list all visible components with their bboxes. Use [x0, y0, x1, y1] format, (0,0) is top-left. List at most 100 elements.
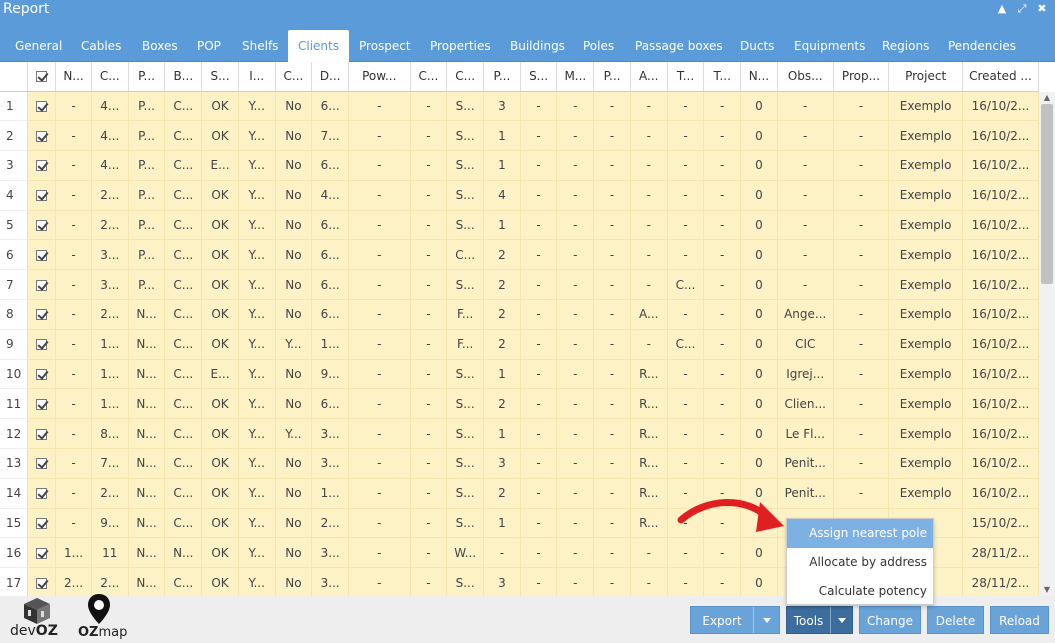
tab-clients[interactable]: Clients — [288, 30, 349, 62]
table-cell[interactable]: - — [55, 269, 92, 301]
table-cell[interactable]: C... — [446, 239, 485, 271]
table-cell[interactable]: 16/10/2... — [962, 478, 1039, 509]
table-cell[interactable]: - — [520, 508, 558, 539]
table-cell[interactable]: 6... — [311, 150, 350, 181]
table-cell[interactable]: - — [630, 120, 668, 152]
table-cell[interactable]: - — [556, 180, 595, 211]
table-cell[interactable]: N... — [128, 418, 166, 450]
table-cell[interactable]: - — [703, 418, 742, 450]
table-cell[interactable]: 1 — [483, 508, 521, 539]
table-cell[interactable]: - — [593, 508, 631, 539]
table-cell[interactable]: Y... — [238, 537, 276, 569]
tab-pendencies[interactable]: Pendencies — [948, 30, 1016, 62]
table-cell[interactable]: 6... — [311, 239, 350, 271]
table-cell[interactable]: 0 — [740, 150, 778, 181]
table-cell[interactable]: Y... — [238, 91, 276, 122]
table-cell[interactable]: - — [556, 359, 595, 390]
table-cell[interactable]: - — [55, 91, 92, 122]
table-cell[interactable]: N... — [164, 537, 203, 569]
table-cell[interactable]: - — [703, 537, 742, 569]
table-cell[interactable]: C... — [164, 269, 203, 301]
table-cell[interactable]: - — [630, 329, 668, 360]
table-cell[interactable]: Y... — [238, 299, 276, 330]
table-cell[interactable]: 0 — [740, 567, 778, 596]
table-cell[interactable]: - — [520, 269, 558, 301]
table-cell[interactable]: 2... — [91, 299, 129, 330]
table-row[interactable]: 12-8... N... C... OK Y... Y... 3... - - S... 1- - - R… — [0, 418, 1039, 450]
checkbox-icon[interactable] — [36, 547, 48, 559]
table-cell[interactable]: 16/10/2... — [962, 210, 1039, 241]
table-cell[interactable]: No — [275, 299, 313, 330]
table-cell[interactable]: - — [410, 388, 448, 420]
table-cell[interactable]: Exemplo — [888, 239, 963, 271]
table-cell[interactable]: - — [833, 418, 890, 450]
tab-cables[interactable]: Cables — [81, 30, 121, 62]
table-cell[interactable]: 9... — [91, 508, 129, 539]
table-cell[interactable]: S... — [446, 120, 485, 152]
table-cell[interactable]: 1... — [91, 388, 129, 420]
table-cell[interactable]: - — [520, 448, 558, 479]
table-cell[interactable]: 1 — [483, 418, 521, 450]
tools-button[interactable]: Tools — [786, 606, 853, 634]
table-cell[interactable]: - — [703, 567, 742, 596]
table-cell[interactable]: 1... — [311, 329, 350, 360]
table-cell[interactable]: - — [55, 448, 92, 479]
table-cell[interactable]: OK — [201, 537, 239, 569]
table-cell[interactable]: - — [703, 210, 742, 241]
table-row[interactable]: 7-3... P... C... OK Y... No 6... - - S... 2- - - - C..… — [0, 269, 1039, 301]
table-cell[interactable]: - — [667, 180, 705, 211]
table-cell[interactable]: N... — [128, 478, 166, 509]
tab-prospect[interactable]: Prospect — [359, 30, 411, 62]
checkbox-icon[interactable] — [36, 428, 48, 440]
table-cell[interactable]: - — [703, 448, 742, 479]
table-cell[interactable]: No — [275, 537, 313, 569]
table-cell[interactable]: Exemplo — [888, 210, 963, 241]
table-cell[interactable]: C... — [164, 210, 203, 241]
table-cell[interactable]: 3... — [311, 448, 350, 479]
table-cell[interactable]: 3 — [483, 567, 521, 596]
table-cell[interactable]: Y... — [238, 239, 276, 271]
table-cell[interactable]: - — [703, 150, 742, 181]
row-checkbox[interactable] — [27, 180, 57, 211]
table-cell[interactable]: - — [410, 478, 448, 509]
table-cell[interactable]: - — [55, 120, 92, 152]
table-cell[interactable]: - — [55, 210, 92, 241]
table-cell[interactable]: C... — [164, 388, 203, 420]
table-cell[interactable]: - — [410, 329, 448, 360]
table-cell[interactable]: Exemplo — [888, 448, 963, 479]
table-cell[interactable]: 0 — [740, 388, 778, 420]
reload-button[interactable]: Reload — [990, 606, 1049, 634]
table-cell[interactable]: 1... — [55, 537, 92, 569]
table-cell[interactable]: - — [410, 239, 448, 271]
column-header[interactable]: N... — [740, 62, 778, 92]
table-cell[interactable]: - — [348, 537, 411, 569]
table-cell[interactable]: S... — [446, 150, 485, 181]
table-cell[interactable]: Clien... — [777, 388, 834, 420]
table-cell[interactable]: C... — [164, 91, 203, 122]
table-cell[interactable]: No — [275, 508, 313, 539]
table-cell[interactable]: C... — [164, 478, 203, 509]
table-cell[interactable]: F... — [446, 329, 485, 360]
table-cell[interactable]: - — [410, 120, 448, 152]
table-cell[interactable]: - — [593, 418, 631, 450]
column-header[interactable]: Created ... — [962, 62, 1039, 92]
row-checkbox[interactable] — [27, 239, 57, 271]
table-cell[interactable]: C... — [164, 239, 203, 271]
table-cell[interactable]: 2... — [91, 478, 129, 509]
table-cell[interactable]: 16/10/2... — [962, 329, 1039, 360]
table-cell[interactable]: No — [275, 269, 313, 301]
table-cell[interactable]: - — [667, 567, 705, 596]
table-cell[interactable]: S... — [446, 269, 485, 301]
table-cell[interactable]: 1 — [483, 120, 521, 152]
table-cell[interactable]: 0 — [740, 239, 778, 271]
table-cell[interactable]: N... — [128, 299, 166, 330]
table-cell[interactable]: P... — [128, 210, 166, 241]
column-header[interactable]: C... — [446, 62, 485, 92]
table-cell[interactable]: 16/10/2... — [962, 388, 1039, 420]
table-cell[interactable]: - — [703, 269, 742, 301]
table-cell[interactable]: - — [593, 120, 631, 152]
table-cell[interactable]: 0 — [740, 418, 778, 450]
table-cell[interactable]: S... — [446, 478, 485, 509]
checkbox-icon[interactable] — [36, 279, 48, 291]
table-cell[interactable]: 16/10/2... — [962, 359, 1039, 390]
